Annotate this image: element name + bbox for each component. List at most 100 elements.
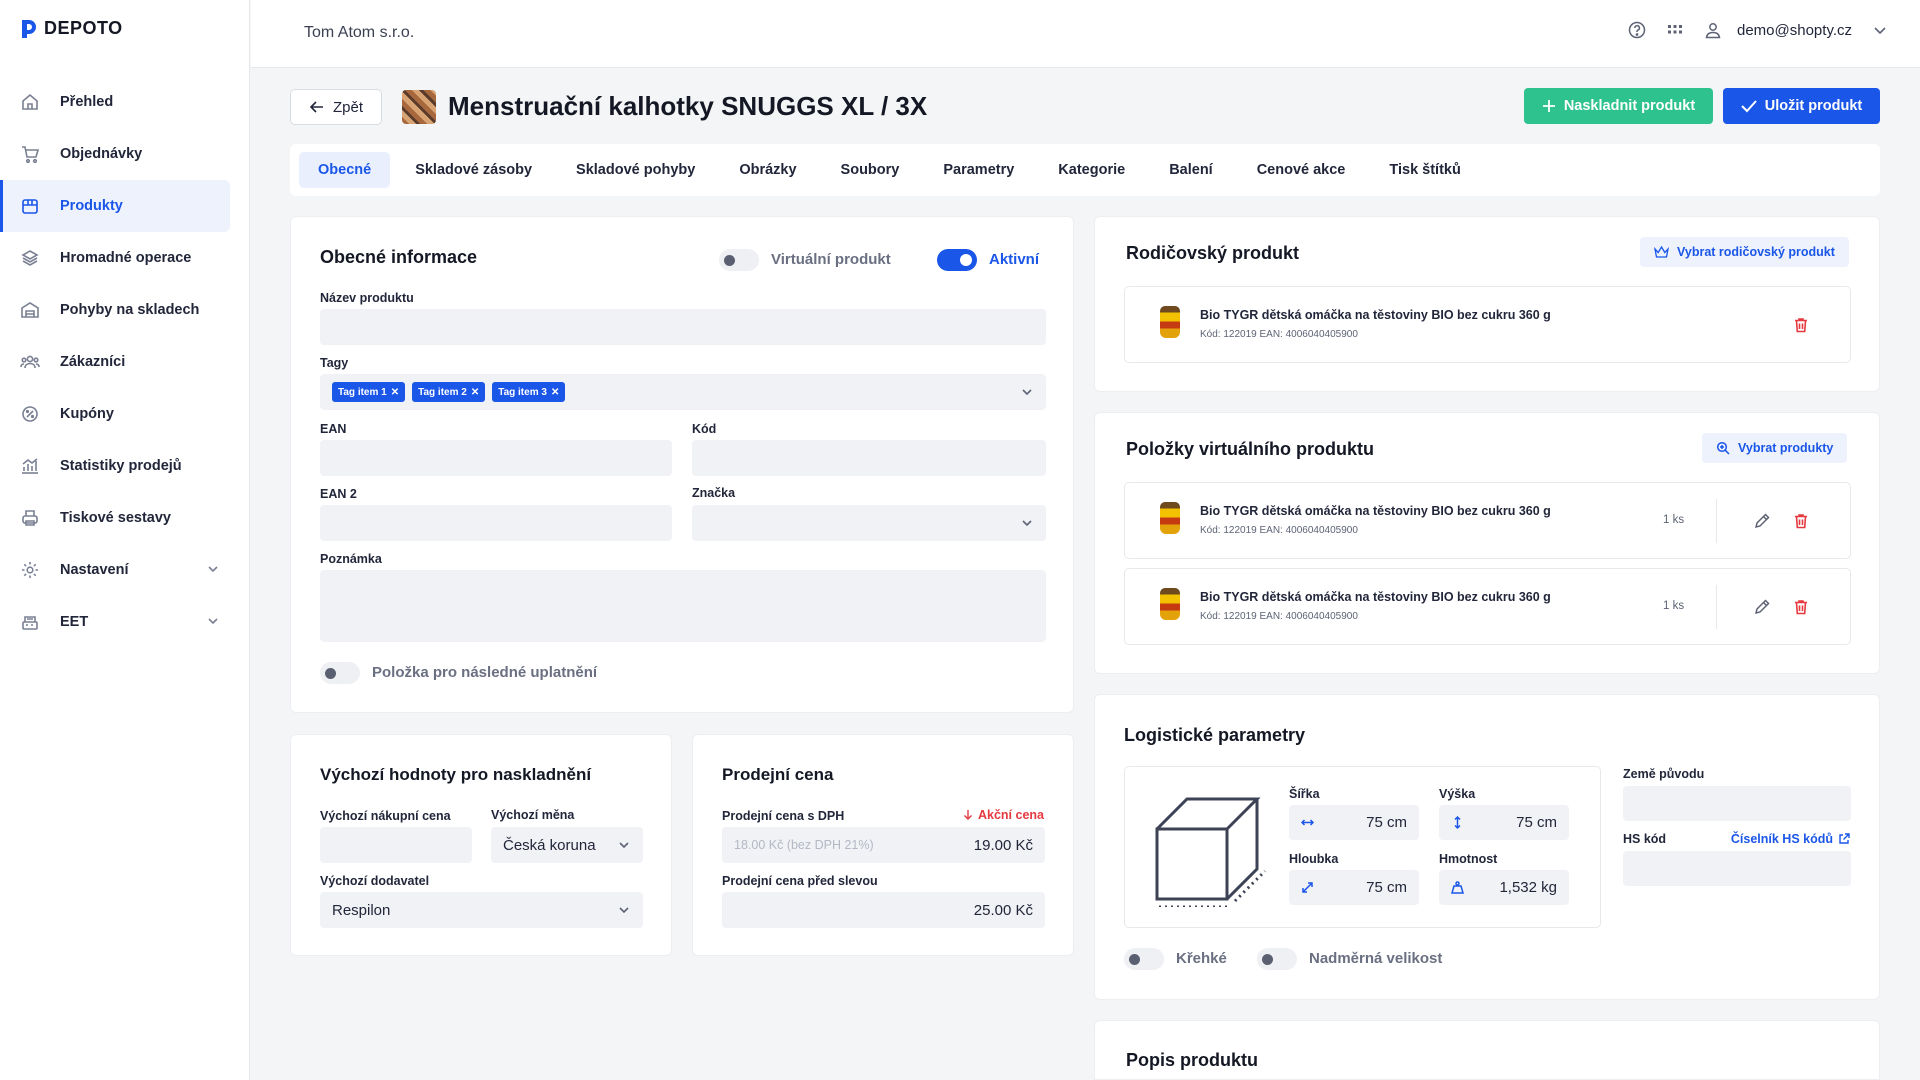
ean-input[interactable] xyxy=(320,440,672,476)
width-input[interactable]: 75 cm xyxy=(1289,805,1419,840)
tab-soubory[interactable]: Soubory xyxy=(822,152,919,188)
tab-obecne[interactable]: Obecné xyxy=(299,152,391,188)
currency-select[interactable]: Česká koruna xyxy=(491,827,643,863)
sidebar-item-label: Nastavení xyxy=(60,562,129,578)
trash-icon[interactable] xyxy=(1792,598,1810,616)
apps-grid-icon[interactable] xyxy=(1665,20,1685,40)
general-info-card: Obecné informace Virtuální produkt Aktiv… xyxy=(290,216,1074,713)
warehouse-icon xyxy=(21,302,39,318)
promo-price-link[interactable]: Akční cena xyxy=(962,808,1044,822)
depth-input[interactable]: 75 cm xyxy=(1289,870,1419,905)
save-product-button[interactable]: Uložit produkt xyxy=(1723,88,1880,124)
supplier-select[interactable]: Respilon xyxy=(320,892,643,928)
fragile-toggle[interactable] xyxy=(1124,948,1164,970)
sidebar-item-pohyby-na-skladech[interactable]: Pohyby na skladech xyxy=(0,284,230,336)
back-button-label: Zpět xyxy=(332,98,363,116)
ean2-input[interactable] xyxy=(320,505,672,541)
product-meta: Kód: 122019 EAN: 4006040405900 xyxy=(1200,329,1358,340)
active-toggle[interactable] xyxy=(937,249,977,271)
price-vat-input[interactable]: 18.00 Kč (bez DPH 21%) 19.00 Kč xyxy=(722,827,1045,863)
sidebar-item-tiskove-sestavy[interactable]: Tiskové sestavy xyxy=(0,492,230,544)
tags-select[interactable]: Tag item 1 ✕ Tag item 2 ✕ Tag item 3 ✕ xyxy=(320,374,1046,410)
pencil-icon[interactable] xyxy=(1753,512,1771,530)
tag-chip-label: Tag item 3 xyxy=(498,386,547,398)
tab-parametry[interactable]: Parametry xyxy=(924,152,1033,188)
height-label: Výška xyxy=(1439,787,1476,801)
sidebar-item-zakaznici[interactable]: Zákazníci xyxy=(0,336,230,388)
select-parent-button[interactable]: Vybrat rodičovský produkt xyxy=(1640,237,1849,267)
crown-icon xyxy=(1654,245,1669,258)
user-email[interactable]: demo@shopty.cz xyxy=(1737,22,1852,39)
virtual-product-toggle[interactable] xyxy=(719,249,759,271)
tag-chip[interactable]: Tag item 1 ✕ xyxy=(332,382,406,402)
stock-product-button[interactable]: Naskladnit produkt xyxy=(1524,88,1713,124)
weight-value: 1,532 kg xyxy=(1499,879,1557,896)
remove-tag-icon[interactable]: ✕ xyxy=(471,387,479,398)
price-before-input[interactable]: 25.00 Kč xyxy=(722,892,1045,928)
tag-chip[interactable]: Tag item 3 ✕ xyxy=(492,382,566,402)
tab-skladove-zasoby[interactable]: Skladové zásoby xyxy=(396,152,551,188)
product-name: Bio TYGR dětská omáčka na těstoviny BIO … xyxy=(1200,308,1551,322)
company-name[interactable]: Tom Atom s.r.o. xyxy=(304,24,414,42)
purchase-price-input[interactable] xyxy=(320,827,472,863)
sidebar-item-prehled[interactable]: Přehled xyxy=(0,76,230,128)
sidebar-item-objednavky[interactable]: Objednávky xyxy=(0,128,230,180)
sidebar-nav: Přehled Objednávky Produkty Hromadné ope… xyxy=(0,76,230,648)
height-input[interactable]: 75 cm xyxy=(1439,805,1569,840)
later-use-toggle[interactable] xyxy=(320,662,360,684)
help-icon[interactable] xyxy=(1627,20,1647,40)
logistics-title: Logistické parametry xyxy=(1124,725,1306,745)
note-textarea[interactable] xyxy=(320,570,1046,642)
chevron-down-icon xyxy=(208,618,218,625)
tag-down-icon xyxy=(963,810,972,820)
virtual-items-title: Položky virtuálního produktu xyxy=(1126,439,1375,459)
tab-obrazky[interactable]: Obrázky xyxy=(720,152,815,188)
origin-country-label: Země původu xyxy=(1623,767,1705,781)
tag-chip-label: Tag item 1 xyxy=(338,386,387,398)
box-dimensions-icon xyxy=(1155,797,1267,907)
currency-value: Česká koruna xyxy=(503,836,596,854)
oversize-toggle[interactable] xyxy=(1257,948,1297,970)
code-input[interactable] xyxy=(692,440,1046,476)
tab-kategorie[interactable]: Kategorie xyxy=(1039,152,1144,188)
virtual-item-row[interactable]: Bio TYGR dětská omáčka na těstoviny BIO … xyxy=(1124,568,1851,645)
weight-label: Hmotnost xyxy=(1439,852,1498,866)
back-button[interactable]: Zpět xyxy=(290,89,382,125)
hs-code-link[interactable]: Číselník HS kódů xyxy=(1731,832,1850,846)
virtual-item-row[interactable]: Bio TYGR dětská omáčka na těstoviny BIO … xyxy=(1124,482,1851,559)
remove-tag-icon[interactable]: ✕ xyxy=(391,387,399,398)
trash-icon[interactable] xyxy=(1792,316,1810,334)
tab-tisk-stitku[interactable]: Tisk štítků xyxy=(1370,152,1479,188)
tab-skladove-pohyby[interactable]: Skladové pohyby xyxy=(557,152,714,188)
tab-baleni[interactable]: Balení xyxy=(1150,152,1232,188)
home-icon xyxy=(22,93,38,110)
select-products-button[interactable]: Vybrat produkty xyxy=(1702,433,1848,463)
product-name-input[interactable] xyxy=(320,309,1046,345)
chevron-down-icon xyxy=(1022,389,1032,396)
chevron-down-icon xyxy=(208,566,218,573)
brand-select[interactable] xyxy=(692,505,1046,541)
sidebar-item-nastaveni[interactable]: Nastavení xyxy=(0,544,230,596)
search-icon xyxy=(1716,441,1730,455)
sidebar-item-eet[interactable]: EET xyxy=(0,596,230,648)
stock-defaults-title: Výchozí hodnoty pro naskladnění xyxy=(320,765,592,784)
remove-tag-icon[interactable]: ✕ xyxy=(551,387,559,398)
user-icon[interactable] xyxy=(1703,20,1723,40)
sidebar-item-kupony[interactable]: Kupóny xyxy=(0,388,230,440)
app-logo[interactable]: DEPOTO xyxy=(20,18,123,39)
weight-input[interactable]: 1,532 kg xyxy=(1439,870,1569,905)
sidebar-item-hromadne-operace[interactable]: Hromadné operace xyxy=(0,232,230,284)
parent-product-row[interactable]: Bio TYGR dětská omáčka na těstoviny BIO … xyxy=(1124,286,1851,363)
layers-icon xyxy=(21,250,39,266)
trash-icon[interactable] xyxy=(1792,512,1810,530)
tag-chip[interactable]: Tag item 2 ✕ xyxy=(412,382,486,402)
product-image xyxy=(1160,306,1180,338)
weight-icon xyxy=(1451,881,1464,894)
chevron-down-icon[interactable] xyxy=(1870,20,1890,40)
pencil-icon[interactable] xyxy=(1753,598,1771,616)
tab-cenove-akce[interactable]: Cenové akce xyxy=(1238,152,1365,188)
origin-country-input[interactable] xyxy=(1623,786,1851,821)
hs-code-input[interactable] xyxy=(1623,851,1851,886)
sidebar-item-produkty[interactable]: Produkty xyxy=(0,180,230,232)
sidebar-item-statistiky-prodeju[interactable]: Statistiky prodejů xyxy=(0,440,230,492)
